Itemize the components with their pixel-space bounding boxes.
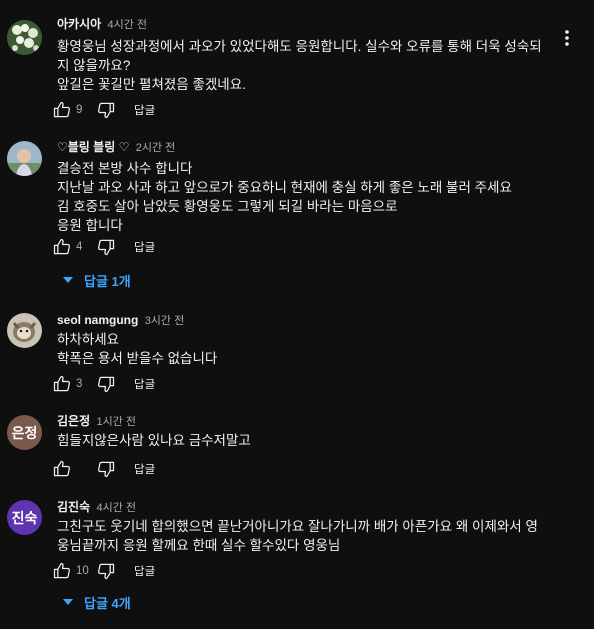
comment-actions: 답글 (52, 459, 155, 479)
reply-button[interactable]: 답글 (134, 461, 155, 477)
comment-time[interactable]: 4시간 전 (108, 19, 148, 31)
comment-line: 학폭은 용서 받을수 없습니다 (57, 351, 218, 366)
author-name[interactable]: 아카시아 (57, 17, 101, 31)
comment-line: 그친구도 웃기네 합의했으면 끝난거아니가요 잘나가니까 배가 아픈가요 왜 이… (57, 519, 538, 534)
comment-line: 힘들지않은사람 있나요 금수저말고 (57, 433, 251, 448)
replies-count-label: 답글 4개 (84, 595, 131, 611)
author-name[interactable]: seol namgung (57, 313, 138, 327)
reply-button[interactable]: 답글 (134, 376, 155, 392)
comment-time[interactable]: 2시간 전 (136, 142, 176, 154)
comment-text: 힘들지않은사람 있나요 금수저말고 (57, 431, 557, 450)
author-name[interactable]: ♡블링 블링 ♡ (57, 140, 129, 154)
like-count: 4 (76, 241, 83, 253)
thumbs-down-icon[interactable] (96, 374, 116, 394)
comment-text: 하차하세요 학폭은 용서 받을수 없습니다 (57, 330, 557, 368)
caret-down-icon (63, 277, 73, 283)
like-count: 10 (76, 565, 89, 577)
comment-line: 웅님끝까지 응원 할께요 한때 실수 할수있다 영웅님 (57, 538, 341, 553)
reply-button[interactable]: 답글 (134, 239, 155, 255)
comment-actions: 10 답글 (52, 561, 155, 581)
comment-header: ♡블링 블링 ♡ 2시간 전 (57, 139, 175, 156)
like-count: 3 (76, 378, 83, 390)
comment-time[interactable]: 1시간 전 (96, 416, 136, 428)
comment-actions: 4 답글 (52, 237, 155, 257)
avatar[interactable] (7, 20, 42, 55)
comment-header: 아카시아 4시간 전 (57, 16, 147, 33)
like-count: 9 (76, 104, 83, 116)
comment-line: 결승전 본방 사수 합니다 (57, 161, 193, 176)
comment-line: 지난날 과오 사과 하고 앞으로가 중요하니 현재에 충실 하게 좋은 노래 불… (57, 180, 512, 195)
thumbs-up-icon[interactable] (52, 561, 72, 581)
comment-line: 황영웅님 성장과정에서 과오가 있었다해도 응원합니다. 실수와 오류를 통해 … (57, 39, 542, 54)
thumbs-down-icon[interactable] (96, 561, 116, 581)
comment-header: 김은정 1시간 전 (57, 413, 136, 430)
comment-header: 김진숙 4시간 전 (57, 499, 136, 516)
more-vert-icon[interactable] (564, 29, 570, 47)
comment-text: 결승전 본방 사수 합니다 지난날 과오 사과 하고 앞으로가 중요하니 현재에… (57, 159, 557, 235)
thumbs-down-icon[interactable] (96, 237, 116, 257)
avatar-initials: 진숙 (11, 509, 38, 526)
comment-line: 앞길은 꽃길만 펼쳐졌음 좋겠네요. (57, 77, 246, 92)
avatar[interactable] (7, 141, 42, 176)
author-name[interactable]: 김진숙 (57, 500, 90, 514)
thumbs-up-icon[interactable] (52, 459, 72, 479)
comment-line: 응원 합니다 (57, 218, 123, 233)
comment-actions: 3 답글 (52, 374, 155, 394)
comment-header: seol namgung 3시간 전 (57, 312, 184, 329)
comment-text: 그친구도 웃기네 합의했으면 끝난거아니가요 잘나가니까 배가 아픈가요 왜 이… (57, 517, 557, 555)
comment-time[interactable]: 4시간 전 (96, 502, 136, 514)
thumbs-up-icon[interactable] (52, 237, 72, 257)
comment-line: 지 않을까요? (57, 58, 131, 73)
reply-button[interactable]: 답글 (134, 563, 155, 579)
avatar[interactable]: 은정 (7, 415, 42, 450)
avatar[interactable] (7, 313, 42, 348)
replies-count-label: 답글 1개 (84, 273, 131, 289)
comment-line: 김 호중도 살아 남았듯 황영웅도 그렇게 되길 바라는 마음으로 (57, 199, 398, 214)
comment-actions: 9 답글 (52, 100, 155, 120)
comment-time[interactable]: 3시간 전 (145, 315, 185, 327)
comment-line: 하차하세요 (57, 332, 120, 347)
author-name[interactable]: 김은정 (57, 414, 90, 428)
thumbs-up-icon[interactable] (52, 100, 72, 120)
view-replies-button[interactable]: 답글 4개 (62, 592, 131, 612)
caret-down-icon (63, 599, 73, 605)
avatar-initials: 은정 (11, 424, 38, 441)
thumbs-up-icon[interactable] (52, 374, 72, 394)
view-replies-button[interactable]: 답글 1개 (62, 270, 131, 290)
avatar[interactable]: 진숙 (7, 500, 42, 535)
thumbs-down-icon[interactable] (96, 100, 116, 120)
thumbs-down-icon[interactable] (96, 459, 116, 479)
reply-button[interactable]: 답글 (134, 102, 155, 118)
comment-text: 황영웅님 성장과정에서 과오가 있었다해도 응원합니다. 실수와 오류를 통해 … (57, 37, 557, 94)
